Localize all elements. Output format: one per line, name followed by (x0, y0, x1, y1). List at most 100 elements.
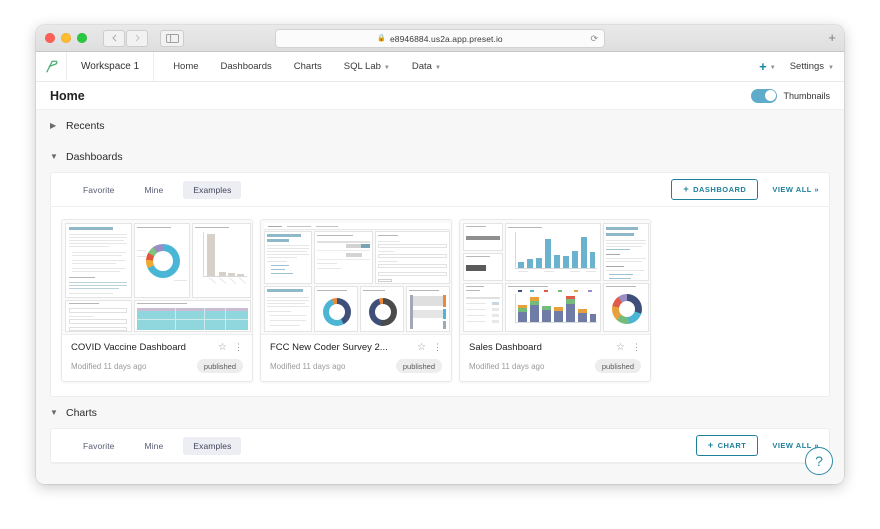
star-outline-icon[interactable]: ☆ (417, 342, 426, 353)
section-charts-label: Charts (66, 406, 97, 419)
dashboard-card-body: Sales Dashboard ☆ ⋮ Modified 11 days ago… (460, 335, 650, 381)
tab-dashboards-examples[interactable]: Examples (183, 180, 242, 199)
tab-charts-examples[interactable]: Examples (183, 436, 242, 455)
dashboard-thumbnail-sales[interactable] (460, 220, 650, 335)
dashboard-card-meta: Modified 11 days ago published (71, 359, 243, 373)
add-dashboard-label: DASHBOARD (693, 185, 747, 194)
nav-link-data[interactable]: Data ▼ (401, 52, 452, 82)
dashboard-card-meta: Modified 11 days ago published (469, 359, 641, 373)
dashboards-panel: Favorite Mine Examples + DASHBOARD VIEW … (50, 172, 830, 397)
star-outline-icon[interactable]: ☆ (616, 342, 625, 353)
dashboard-card-title[interactable]: FCC New Coder Survey 2... (270, 342, 417, 353)
tab-charts-mine[interactable]: Mine (135, 437, 174, 455)
maximize-window-button[interactable] (77, 33, 87, 43)
thumbnails-label: Thumbnails (783, 90, 830, 101)
dashboard-card[interactable]: Sales Dashboard ☆ ⋮ Modified 11 days ago… (459, 219, 651, 382)
dashboard-thumbnail-fcc[interactable] (261, 220, 451, 335)
more-vertical-icon[interactable]: ⋮ (234, 343, 243, 352)
app-top-navigation: Workspace 1 Home Dashboards Charts SQL L… (36, 51, 844, 82)
dashboard-card-body: FCC New Coder Survey 2... ☆ ⋮ Modified 1… (261, 335, 451, 381)
reload-icon[interactable]: ⟳ (590, 34, 598, 43)
chevron-down-icon: ▼ (50, 151, 58, 161)
section-dashboards[interactable]: ▼ Dashboards (50, 141, 830, 172)
address-bar[interactable]: 🔒 e8946884.us2a.app.preset.io ⟳ (275, 29, 605, 48)
dashboard-card-meta: Modified 11 days ago published (270, 359, 442, 373)
plus-icon: + (707, 440, 714, 450)
chevron-down-icon: ▼ (769, 64, 776, 71)
status-badge: published (594, 359, 641, 373)
page-title: Home (50, 88, 85, 103)
forward-button[interactable] (126, 29, 148, 47)
dashboard-card-title-row: FCC New Coder Survey 2... ☆ ⋮ (270, 342, 442, 353)
nav-link-home-label: Home (173, 61, 199, 72)
tab-dashboards-favorite[interactable]: Favorite (73, 181, 125, 199)
nav-link-charts[interactable]: Charts (283, 52, 333, 82)
more-vertical-icon[interactable]: ⋮ (632, 343, 641, 352)
nav-links: Home Dashboards Charts SQL Lab ▼ Data ▼ (162, 52, 452, 82)
dashboard-card-title[interactable]: COVID Vaccine Dashboard (71, 342, 218, 353)
new-tab-button[interactable]: + (828, 31, 836, 44)
plus-icon: + (759, 59, 767, 74)
lock-icon: 🔒 (377, 35, 386, 42)
view-all-dashboards-link[interactable]: VIEW ALL » (772, 185, 819, 194)
chevron-down-icon: ▼ (434, 64, 441, 71)
dashboard-card-body: COVID Vaccine Dashboard ☆ ⋮ Modified 11 … (62, 335, 252, 381)
dashboard-card[interactable]: FCC New Coder Survey 2... ☆ ⋮ Modified 1… (260, 219, 452, 382)
nav-link-home[interactable]: Home (162, 52, 209, 82)
section-recents-label: Recents (66, 119, 105, 132)
section-recents[interactable]: ▶ Recents (50, 110, 830, 141)
dashboard-card[interactable]: COVID Vaccine Dashboard ☆ ⋮ Modified 11 … (61, 219, 253, 382)
close-window-button[interactable] (45, 33, 55, 43)
new-item-button[interactable]: + ▼ (759, 60, 776, 73)
preset-logo[interactable] (36, 59, 66, 74)
screenshot-root: 🔒 e8946884.us2a.app.preset.io ⟳ + Worksp… (0, 0, 880, 529)
dashboards-actions: + DASHBOARD VIEW ALL » (671, 179, 819, 200)
tab-dashboards-mine[interactable]: Mine (135, 181, 174, 199)
browser-navigation[interactable] (103, 29, 148, 47)
thumbnails-toggle-group[interactable]: Thumbnails (751, 88, 830, 103)
charts-actions: + CHART VIEW ALL » (695, 435, 819, 456)
minimize-window-button[interactable] (61, 33, 71, 43)
dashboard-card-modified: Modified 11 days ago (71, 361, 147, 371)
sidebar-toggle-icon[interactable] (160, 29, 184, 47)
section-charts[interactable]: ▼ Charts (50, 397, 830, 428)
add-dashboard-button[interactable]: + DASHBOARD (671, 179, 759, 200)
dashboard-card-modified: Modified 11 days ago (270, 361, 346, 371)
workspace-selector[interactable]: Workspace 1 (66, 51, 155, 82)
status-badge: published (395, 359, 442, 373)
thumbnails-toggle[interactable] (751, 88, 778, 103)
add-chart-button[interactable]: + CHART (695, 435, 759, 456)
add-chart-label: CHART (717, 441, 747, 450)
back-button[interactable] (103, 29, 125, 47)
plus-icon: + (683, 184, 690, 194)
dashboard-thumbnail-covid[interactable] (62, 220, 252, 335)
help-button[interactable]: ? (805, 447, 833, 475)
chevron-down-icon: ▼ (828, 64, 834, 71)
page-header: Home Thumbnails (36, 82, 844, 110)
browser-titlebar: 🔒 e8946884.us2a.app.preset.io ⟳ + (36, 25, 844, 52)
page-content: ▶ Recents ▼ Dashboards Favorite Mine Exa… (36, 110, 844, 464)
toggle-knob (764, 90, 776, 101)
nav-right-actions: + ▼ Settings ▼ (759, 60, 834, 73)
tab-charts-favorite[interactable]: Favorite (73, 437, 125, 455)
browser-window: 🔒 e8946884.us2a.app.preset.io ⟳ + Worksp… (36, 25, 844, 484)
preset-app: Workspace 1 Home Dashboards Charts SQL L… (36, 51, 844, 484)
star-outline-icon[interactable]: ☆ (218, 342, 227, 353)
dashboard-card-title-row: Sales Dashboard ☆ ⋮ (469, 342, 641, 353)
url-text: e8946884.us2a.app.preset.io (389, 33, 503, 44)
more-vertical-icon[interactable]: ⋮ (433, 343, 442, 352)
nav-link-dashboards-label: Dashboards (220, 61, 272, 72)
nav-link-dashboards[interactable]: Dashboards (210, 52, 283, 82)
dashboard-card-title-row: COVID Vaccine Dashboard ☆ ⋮ (71, 342, 243, 353)
settings-menu[interactable]: Settings ▼ (790, 61, 834, 72)
chevron-down-icon: ▼ (383, 64, 390, 71)
dashboard-card-title[interactable]: Sales Dashboard (469, 342, 616, 353)
dashboard-card-modified: Modified 11 days ago (469, 361, 545, 371)
status-badge: published (196, 359, 243, 373)
settings-label: Settings (789, 61, 825, 72)
nav-link-sql-lab[interactable]: SQL Lab ▼ (333, 52, 401, 82)
dashboards-tabs: Favorite Mine Examples + DASHBOARD VIEW … (51, 173, 829, 207)
window-controls[interactable] (45, 33, 87, 43)
question-mark-icon: ? (815, 453, 823, 469)
dashboard-card-list: COVID Vaccine Dashboard ☆ ⋮ Modified 11 … (51, 207, 829, 396)
